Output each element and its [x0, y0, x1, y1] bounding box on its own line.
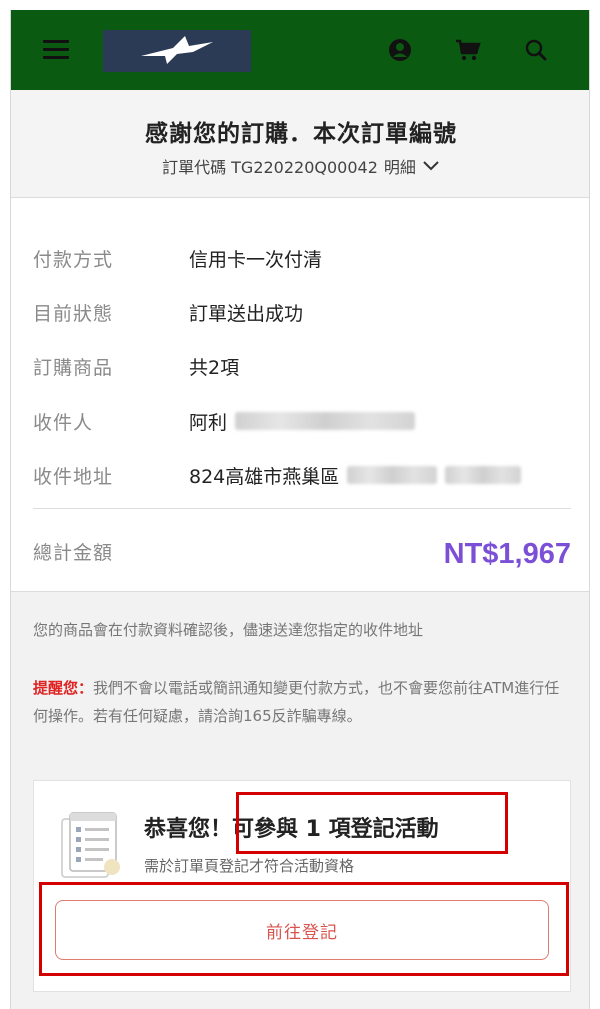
promo-subtitle: 需於訂單頁登記才符合活動資格 [144, 857, 355, 875]
warning-text: 我們不會以電話或簡訊通知變更付款方式，也不會要您前往ATM進行任何操作。若有任何… [33, 679, 560, 725]
detail-label: 明細 [383, 158, 416, 177]
fraud-warning-note: 提醒您：我們不會以電話或簡訊通知變更付款方式，也不會要您前往ATM進行任何操作。… [33, 674, 573, 730]
hamburger-menu-icon[interactable] [43, 40, 69, 60]
order-code: 訂單代碼 TG220220Q00042 [162, 158, 378, 177]
promo-title-prefix: 恭喜您！ [144, 817, 233, 842]
warning-label: 提醒您： [33, 679, 94, 697]
order-code-line: 訂單代碼 TG220220Q00042 明細 [11, 154, 589, 178]
items-label: 訂購商品 [33, 356, 114, 379]
address-row: 收件地址 824高雄市燕巢區 [33, 460, 553, 490]
page-frame: 感謝您的訂購．本次訂單編號 訂單代碼 TG220220Q00042 明細 付款方… [10, 10, 590, 1009]
items-row: 訂購商品 共2項 [33, 351, 553, 381]
order-title-section: 感謝您的訂購．本次訂單編號 訂單代碼 TG220220Q00042 明細 [11, 90, 589, 198]
order-info-card: 付款方式 信用卡一次付清 目前狀態 訂單送出成功 訂購商品 共2項 收件人 阿利… [11, 198, 589, 592]
recipient-value: 阿利 [189, 411, 228, 434]
total-label: 總計金額 [33, 542, 114, 564]
redacted-block [347, 466, 438, 484]
divider [33, 508, 571, 509]
register-button[interactable]: 前往登記 [55, 900, 549, 960]
order-detail-toggle[interactable]: 明細 [384, 154, 440, 178]
address-label: 收件地址 [33, 465, 114, 488]
top-navigation-bar [11, 10, 589, 90]
address-value: 824高雄市燕巢區 [189, 465, 340, 488]
payment-method-row: 付款方式 信用卡一次付清 [33, 243, 553, 273]
status-label: 目前狀態 [33, 302, 114, 325]
search-icon[interactable] [522, 36, 550, 64]
redacted-block [445, 466, 522, 484]
recipient-value-wrap: 阿利 [189, 408, 416, 435]
status-row: 目前狀態 訂單送出成功 [33, 297, 553, 327]
document-checklist-icon [58, 811, 124, 883]
promo-card: 恭喜您！可參與 1 項登記活動 需於訂單頁登記才符合活動資格 [33, 780, 571, 992]
chevron-down-icon [423, 161, 439, 171]
total-amount: NT$1,967 [443, 538, 571, 570]
shopping-cart-icon[interactable] [454, 36, 482, 64]
shipping-note: 您的商品會在付款資料確認後，儘速送達您指定的收件地址 [33, 621, 424, 639]
promo-title: 恭喜您！可參與 1 項登記活動 [144, 811, 439, 843]
status-value: 訂單送出成功 [189, 302, 304, 325]
site-logo[interactable] [103, 30, 251, 72]
address-value-wrap: 824高雄市燕巢區 [189, 462, 522, 489]
payment-method-value: 信用卡一次付清 [189, 248, 323, 271]
promo-title-main: 可參與 1 項登記活動 [232, 817, 439, 842]
bird-logo-icon [141, 36, 213, 64]
payment-method-label: 付款方式 [33, 248, 114, 271]
recipient-row: 收件人 阿利 [33, 406, 553, 436]
user-icon[interactable] [386, 36, 414, 64]
items-value: 共2項 [189, 356, 240, 379]
recipient-label: 收件人 [33, 411, 94, 434]
page-title: 感謝您的訂購．本次訂單編號 [145, 121, 457, 147]
redacted-block [235, 412, 416, 430]
